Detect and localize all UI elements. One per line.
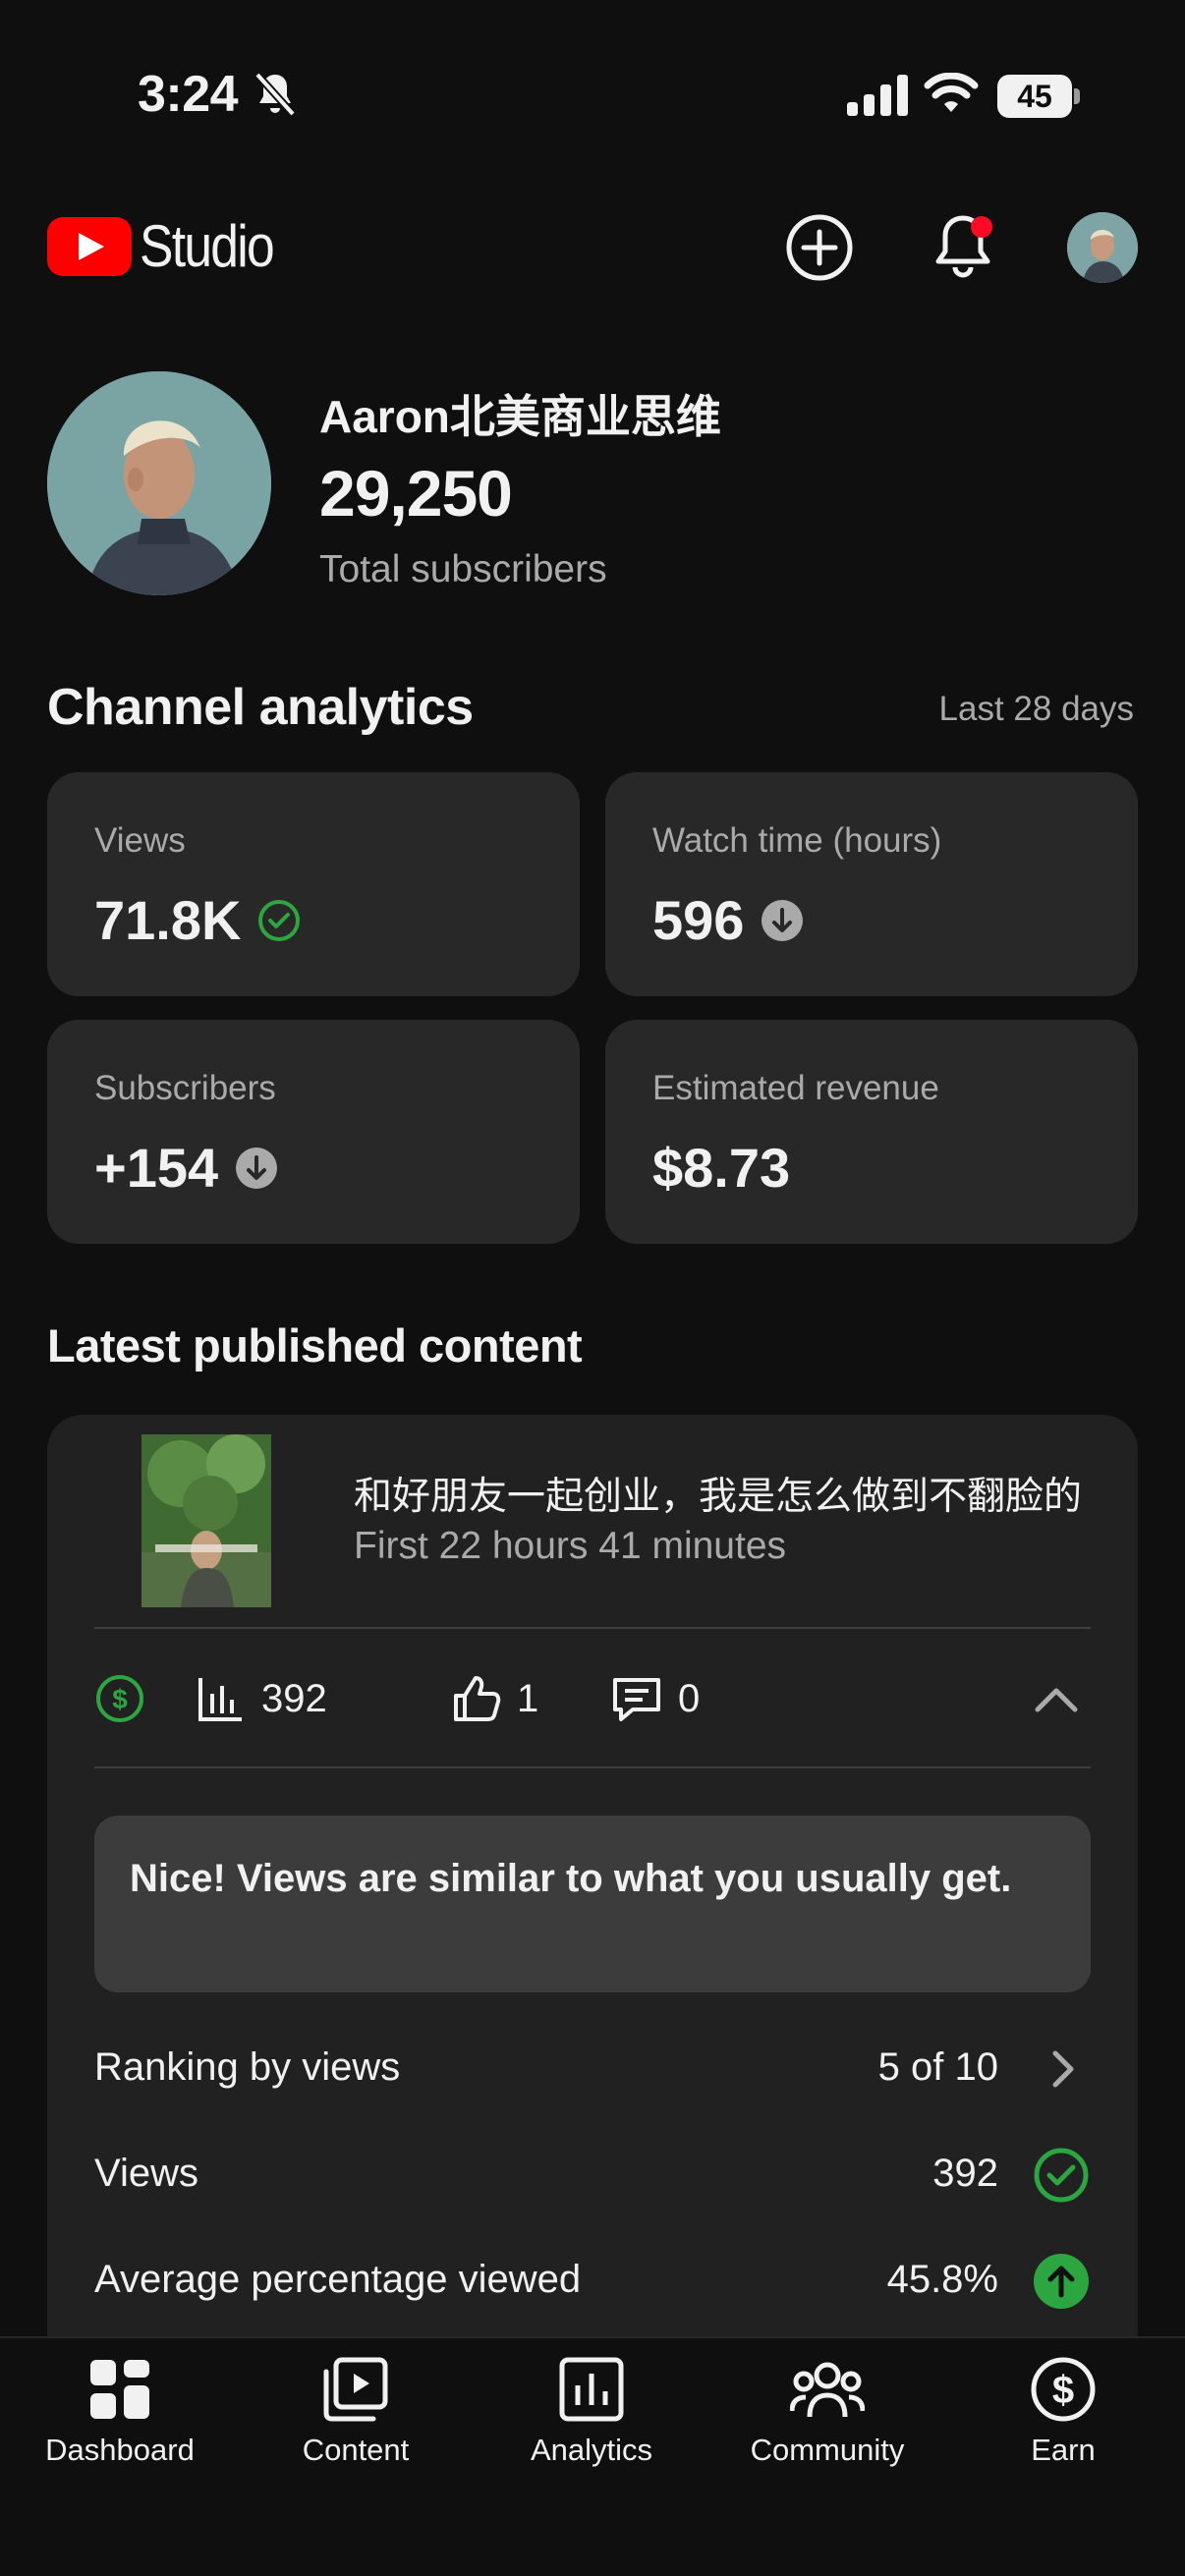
metric-label: Average percentage viewed	[94, 2258, 582, 2301]
card-label: Views	[94, 821, 186, 860]
svg-text:$: $	[1052, 2369, 1074, 2412]
arrow-down-circle-icon	[236, 1147, 278, 1189]
card-value-wrap: +154	[94, 1136, 279, 1200]
card-value-wrap: 596	[652, 888, 805, 952]
check-circle-icon	[258, 899, 301, 941]
ranking-by-views-row[interactable]: Ranking by views 5 of 10	[94, 2030, 1091, 2108]
wifi-icon	[924, 73, 979, 112]
video-likes-stat: 1	[452, 1629, 538, 1768]
latest-content-card: 和好朋友一起创业，我是怎么做到不翻脸的 First 22 hours 41 mi…	[47, 1415, 1138, 2456]
monetization-status: $	[94, 1629, 161, 1768]
card-value: 596	[652, 889, 745, 951]
channel-analytics-title: Channel analytics	[47, 679, 474, 736]
notifications-button[interactable]	[928, 208, 998, 283]
performance-insight: Nice! Views are similar to what you usua…	[94, 1816, 1091, 1992]
metric-value: 5 of 10	[877, 2045, 998, 2089]
divider	[94, 1766, 1091, 1768]
bottom-navigation: Dashboard Content Analytics Community $ …	[0, 2336, 1185, 2576]
subscribers-card[interactable]: Subscribers +154	[47, 1020, 580, 1244]
nav-label: Earn	[1031, 2433, 1096, 2467]
total-subscribers-label: Total subscribers	[319, 548, 607, 590]
comment-icon	[613, 1678, 660, 1721]
studio-dashboard: 3:24 45 Studio Aaron北美商业思维 29,250 Total …	[0, 0, 1185, 2576]
channel-avatar[interactable]	[47, 371, 271, 595]
nav-label: Content	[302, 2433, 410, 2467]
nav-content[interactable]: Content	[238, 2356, 474, 2493]
metric-value: 392	[932, 2152, 998, 2195]
video-views-stat: 392	[197, 1629, 327, 1768]
community-icon	[790, 2362, 865, 2418]
arrow-up-circle-icon	[1034, 2254, 1089, 2309]
nav-dashboard[interactable]: Dashboard	[2, 2356, 238, 2493]
content-icon	[323, 2357, 388, 2422]
nav-community[interactable]: Community	[709, 2356, 945, 2493]
metric-label: Ranking by views	[94, 2045, 401, 2089]
views-metric-row: Views 392	[94, 2136, 1091, 2214]
likes-value: 1	[517, 1676, 539, 1720]
revenue-card[interactable]: Estimated revenue $8.73	[605, 1020, 1138, 1244]
svg-text:$: $	[112, 1684, 128, 1714]
avatar-image	[1067, 212, 1138, 283]
chevron-right-icon	[1052, 2050, 1074, 2088]
metric-value: 45.8%	[886, 2258, 998, 2301]
video-title[interactable]: 和好朋友一起创业，我是怎么做到不翻脸的	[354, 1466, 1100, 1521]
battery-level: 45	[1017, 79, 1052, 114]
thumbnail-image	[141, 1434, 271, 1607]
card-value-wrap: 71.8K	[94, 888, 302, 952]
latest-content-title: Latest published content	[47, 1319, 583, 1372]
video-time-window: First 22 hours 41 minutes	[354, 1525, 787, 1567]
card-value: 71.8K	[94, 889, 242, 951]
bell-off-icon	[254, 72, 296, 117]
card-label: Subscribers	[94, 1069, 276, 1107]
create-icon[interactable]	[784, 212, 855, 283]
video-thumbnail[interactable]	[141, 1434, 271, 1607]
nav-earn[interactable]: $ Earn	[945, 2356, 1181, 2493]
card-label: Watch time (hours)	[652, 821, 942, 860]
card-value: +154	[94, 1137, 219, 1199]
analytics-period[interactable]: Last 28 days	[939, 690, 1134, 729]
notification-badge	[971, 216, 992, 238]
thumbs-up-icon	[454, 1676, 501, 1721]
metric-label: Views	[94, 2152, 198, 2195]
signal-icon	[847, 75, 908, 116]
battery-icon: 45	[997, 75, 1080, 118]
status-bar: 3:24 45	[0, 0, 1185, 192]
account-avatar[interactable]	[1067, 212, 1138, 283]
dashboard-icon	[90, 2360, 149, 2419]
nav-label: Analytics	[530, 2433, 653, 2467]
card-label: Estimated revenue	[652, 1069, 939, 1107]
nav-label: Dashboard	[45, 2433, 195, 2467]
bar-chart-icon	[198, 1678, 242, 1721]
avg-percentage-viewed-row: Average percentage viewed 45.8%	[94, 2242, 1091, 2321]
video-comments-stat: 0	[611, 1629, 700, 1768]
studio-logo[interactable]: Studio	[47, 212, 295, 280]
views-value: 392	[261, 1676, 327, 1720]
youtube-play-icon	[47, 216, 132, 276]
video-stats-row: $ 392 1 0	[94, 1629, 1091, 1768]
battery-cap	[1074, 88, 1080, 104]
watch-time-card[interactable]: Watch time (hours) 596	[605, 772, 1138, 996]
status-time: 3:24	[138, 66, 239, 123]
total-subscribers-count: 29,250	[319, 457, 513, 530]
comments-value: 0	[678, 1676, 701, 1720]
views-card[interactable]: Views 71.8K	[47, 772, 580, 996]
dollar-circle-icon: $	[96, 1675, 143, 1722]
channel-name: Aaron北美商业思维	[319, 391, 721, 442]
chevron-up-icon[interactable]	[1032, 1676, 1081, 1725]
check-circle-icon	[1034, 2148, 1089, 2203]
earn-icon: $	[1031, 2357, 1096, 2422]
arrow-down-circle-icon	[762, 899, 804, 941]
card-value: $8.73	[652, 1137, 791, 1199]
logo-text: Studio	[140, 213, 275, 279]
channel-avatar-image	[47, 371, 271, 595]
nav-label: Community	[750, 2433, 905, 2467]
analytics-icon	[559, 2357, 624, 2422]
card-value-wrap: $8.73	[652, 1136, 790, 1200]
nav-analytics[interactable]: Analytics	[474, 2356, 709, 2493]
